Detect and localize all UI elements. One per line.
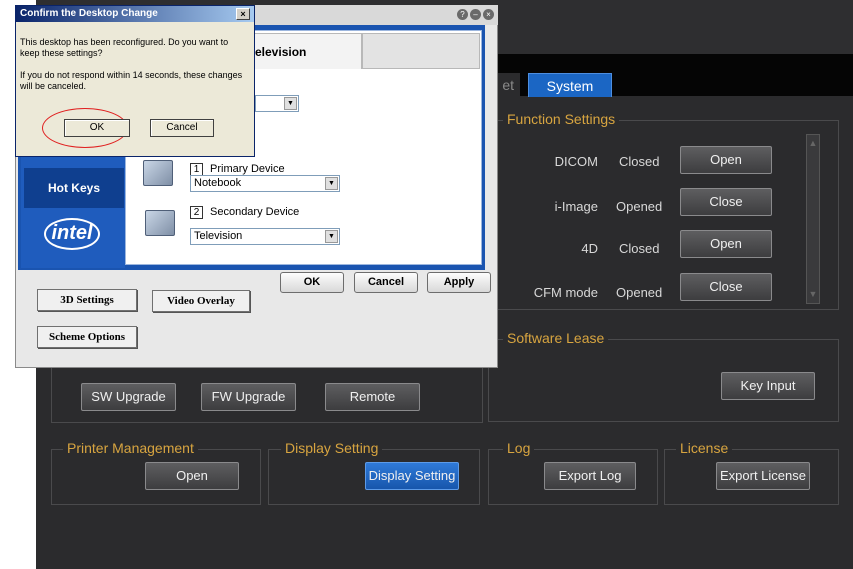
cfm-mode-label: CFM mode (533, 285, 598, 300)
function-settings-group (494, 120, 839, 310)
confirm-ok-button[interactable]: OK (64, 119, 130, 137)
printer-open-button[interactable]: Open (145, 462, 239, 490)
primary-device-select[interactable]: Notebook ▼ (190, 175, 340, 192)
printer-management-title: Printer Management (63, 440, 198, 456)
close-icon[interactable]: × (236, 8, 250, 20)
4d-state: Closed (619, 241, 660, 256)
tab-system[interactable]: System (528, 73, 612, 97)
export-log-button[interactable]: Export Log (544, 462, 636, 490)
3d-settings-button[interactable]: 3D Settings (37, 289, 137, 311)
primary-device-value: Notebook (194, 177, 242, 189)
intel-logo: intel (44, 218, 100, 250)
secondary-device-label: Secondary Device (210, 206, 300, 218)
function-settings-title: Function Settings (503, 111, 620, 127)
intel-cancel-button[interactable]: Cancel (354, 272, 418, 293)
i-image-label: i-Image (554, 199, 598, 214)
fw-upgrade-button[interactable]: FW Upgrade (201, 383, 296, 411)
scroll-up-arrow-icon[interactable]: ▲ (807, 136, 819, 150)
primary-device-label: Primary Device (210, 163, 285, 175)
confirm-cancel-button[interactable]: Cancel (150, 119, 214, 137)
display-setting-button[interactable]: Display Setting (365, 462, 459, 490)
dicom-open-button[interactable]: Open (680, 146, 772, 174)
scheme-options-button[interactable]: Scheme Options (37, 326, 137, 348)
remote-button[interactable]: Remote (325, 383, 420, 411)
confirm-message: This desktop has been reconfigured. Do y… (20, 37, 229, 58)
hot-keys-nav-item[interactable]: Hot Keys (24, 168, 124, 208)
log-title: Log (503, 440, 535, 456)
dicom-label: DICOM (554, 154, 598, 169)
cfm-mode-close-button[interactable]: Close (680, 273, 772, 301)
help-icon[interactable]: ? (457, 9, 468, 20)
i-image-close-button[interactable]: Close (680, 188, 772, 216)
scroll-down-arrow-icon[interactable]: ▼ (807, 287, 819, 301)
sw-upgrade-button[interactable]: SW Upgrade (81, 383, 176, 411)
i-image-state: Opened (616, 199, 663, 214)
dicom-state: Closed (619, 154, 660, 169)
close-icon[interactable]: × (483, 9, 494, 20)
confirm-timeout-message: If you do not respond within 14 seconds,… (20, 70, 243, 91)
video-overlay-button[interactable]: Video Overlay (152, 290, 250, 312)
4d-label: 4D (581, 241, 598, 256)
intel-ok-button[interactable]: OK (280, 272, 344, 293)
cfm-mode-state: Opened (616, 285, 663, 300)
dropdown-arrow-icon: ▼ (325, 177, 338, 190)
secondary-device-value: Television (194, 230, 243, 242)
display-setting-title: Display Setting (281, 440, 383, 456)
function-settings-scrollbar[interactable] (806, 134, 820, 304)
tab-television[interactable]: elevision (244, 33, 362, 69)
minimize-icon[interactable]: – (470, 9, 481, 20)
confirm-dialog-title[interactable]: Confirm the Desktop Change (16, 6, 254, 22)
dropdown-arrow-icon: ▼ (325, 230, 338, 243)
secondary-number: 2 (190, 206, 203, 219)
intel-apply-button[interactable]: Apply (427, 272, 491, 293)
software-lease-title: Software Lease (503, 330, 609, 346)
notebook-icon (143, 160, 173, 186)
dropdown-arrow-icon: ▼ (284, 97, 297, 110)
secondary-device-select[interactable]: Television ▼ (190, 228, 340, 245)
television-icon (145, 210, 175, 236)
export-license-button[interactable]: Export License (716, 462, 810, 490)
key-input-button[interactable]: Key Input (721, 372, 815, 400)
display-select-partial[interactable]: ▼ (255, 95, 299, 112)
license-title: License (676, 440, 733, 456)
4d-open-button[interactable]: Open (680, 230, 772, 258)
tab-empty[interactable] (362, 33, 480, 69)
